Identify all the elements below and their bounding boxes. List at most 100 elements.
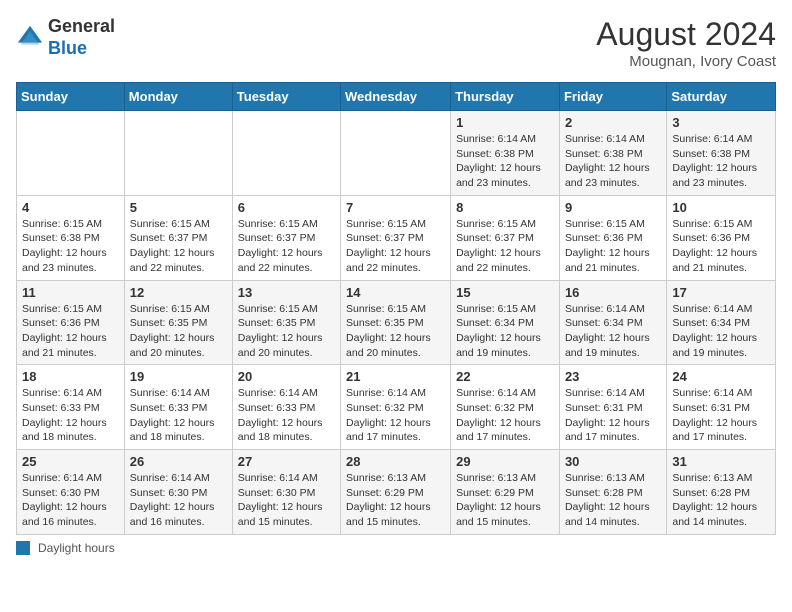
table-row: 24 Sunrise: 6:14 AMSunset: 6:31 PMDayligh… (667, 365, 776, 450)
table-row: 4Sunrise: 6:15 AMSunset: 6:38 PMDaylight… (17, 195, 125, 280)
calendar-week-4: 18Sunrise: 6:14 AMSunset: 6:33 PMDayligh… (17, 365, 776, 450)
day-number: 28 (346, 454, 445, 469)
day-info: Sunrise: 6:14 AMSunset: 6:34 PMDaylight:… (672, 302, 770, 361)
daylight-box (16, 541, 30, 555)
month-year: August 2024 (596, 16, 776, 53)
day-info: Sunrise: 6:14 AMSunset: 6:38 PMDaylight:… (456, 132, 554, 191)
day-info: Sunrise: 6:15 AMSunset: 6:34 PMDaylight:… (456, 302, 554, 361)
day-number: 16 (565, 285, 661, 300)
day-number: 29 (456, 454, 554, 469)
table-row: 31Sunrise: 6:13 AMSunset: 6:28 PMDayligh… (667, 450, 776, 535)
location: Mougnan, Ivory Coast (596, 53, 776, 70)
day-info: Sunrise: 6:15 AMSunset: 6:35 PMDaylight:… (238, 302, 335, 361)
table-row: 20Sunrise: 6:14 AMSunset: 6:33 PMDayligh… (232, 365, 340, 450)
table-row: 16 Sunrise: 6:14 AMSunset: 6:34 PMDayligh… (559, 280, 666, 365)
day-info: Sunrise: 6:13 AMSunset: 6:29 PMDaylight:… (456, 471, 554, 530)
day-info: Sunrise: 6:15 AMSunset: 6:37 PMDaylight:… (130, 217, 227, 276)
day-info: Sunrise: 6:15 AMSunset: 6:37 PMDaylight:… (456, 217, 554, 276)
day-info: Sunrise: 6:13 AMSunset: 6:28 PMDaylight:… (672, 471, 770, 530)
logo-text: General Blue (48, 16, 115, 59)
header-cell-monday: Monday (124, 83, 232, 111)
day-number: 8 (456, 200, 554, 215)
day-info: Sunrise: 6:14 AMSunset: 6:38 PMDaylight:… (672, 132, 770, 191)
day-info: Sunrise: 6:14 AMSunset: 6:30 PMDaylight:… (238, 471, 335, 530)
table-row: 26 Sunrise: 6:14 AMSunset: 6:30 PMDayligh… (124, 450, 232, 535)
table-row (341, 111, 451, 196)
day-number: 24 (672, 369, 770, 384)
header-cell-sunday: Sunday (17, 83, 125, 111)
day-info: Sunrise: 6:14 AMSunset: 6:30 PMDaylight:… (22, 471, 119, 530)
day-number: 21 (346, 369, 445, 384)
calendar-week-2: 4Sunrise: 6:15 AMSunset: 6:38 PMDaylight… (17, 195, 776, 280)
day-info: Sunrise: 6:14 AMSunset: 6:32 PMDaylight:… (346, 386, 445, 445)
table-row: 13 Sunrise: 6:15 AMSunset: 6:35 PMDayligh… (232, 280, 340, 365)
table-row: 17Sunrise: 6:14 AMSunset: 6:34 PMDayligh… (667, 280, 776, 365)
table-row: 12 Sunrise: 6:15 AMSunset: 6:35 PMDayligh… (124, 280, 232, 365)
table-row: 18Sunrise: 6:14 AMSunset: 6:33 PMDayligh… (17, 365, 125, 450)
day-info: Sunrise: 6:15 AMSunset: 6:35 PMDaylight:… (130, 302, 227, 361)
day-info: Sunrise: 6:14 AMSunset: 6:38 PMDaylight:… (565, 132, 661, 191)
table-row: 25 Sunrise: 6:14 AMSunset: 6:30 PMDayligh… (17, 450, 125, 535)
day-number: 2 (565, 115, 661, 130)
day-number: 27 (238, 454, 335, 469)
daylight-label: Daylight hours (38, 541, 115, 555)
table-row: 10 Sunrise: 6:15 AMSunset: 6:36 PMDayligh… (667, 195, 776, 280)
day-number: 10 (672, 200, 770, 215)
table-row: 28 Sunrise: 6:13 AMSunset: 6:29 PMDayligh… (341, 450, 451, 535)
calendar-table: SundayMondayTuesdayWednesdayThursdayFrid… (16, 82, 776, 535)
day-info: Sunrise: 6:14 AMSunset: 6:31 PMDaylight:… (672, 386, 770, 445)
header-cell-saturday: Saturday (667, 83, 776, 111)
logo: General Blue (16, 16, 115, 59)
table-row: 27 Sunrise: 6:14 AMSunset: 6:30 PMDayligh… (232, 450, 340, 535)
day-info: Sunrise: 6:15 AMSunset: 6:36 PMDaylight:… (672, 217, 770, 276)
day-number: 7 (346, 200, 445, 215)
day-number: 20 (238, 369, 335, 384)
day-info: Sunrise: 6:14 AMSunset: 6:34 PMDaylight:… (565, 302, 661, 361)
day-info: Sunrise: 6:14 AMSunset: 6:31 PMDaylight:… (565, 386, 661, 445)
table-row: 15 Sunrise: 6:15 AMSunset: 6:34 PMDayligh… (451, 280, 560, 365)
table-row: 29 Sunrise: 6:13 AMSunset: 6:29 PMDayligh… (451, 450, 560, 535)
title-section: August 2024 Mougnan, Ivory Coast (596, 16, 776, 70)
day-number: 13 (238, 285, 335, 300)
header-cell-wednesday: Wednesday (341, 83, 451, 111)
day-info: Sunrise: 6:14 AMSunset: 6:30 PMDaylight:… (130, 471, 227, 530)
table-row: 11 Sunrise: 6:15 AMSunset: 6:36 PMDayligh… (17, 280, 125, 365)
day-info: Sunrise: 6:14 AMSunset: 6:33 PMDaylight:… (22, 386, 119, 445)
day-number: 26 (130, 454, 227, 469)
table-row (124, 111, 232, 196)
day-info: Sunrise: 6:14 AMSunset: 6:32 PMDaylight:… (456, 386, 554, 445)
table-row: 30Sunrise: 6:13 AMSunset: 6:28 PMDayligh… (559, 450, 666, 535)
table-row: 5Sunrise: 6:15 AMSunset: 6:37 PMDaylight… (124, 195, 232, 280)
day-number: 23 (565, 369, 661, 384)
day-number: 4 (22, 200, 119, 215)
table-row: 22Sunrise: 6:14 AMSunset: 6:32 PMDayligh… (451, 365, 560, 450)
calendar-week-1: 1Sunrise: 6:14 AMSunset: 6:38 PMDaylight… (17, 111, 776, 196)
day-info: Sunrise: 6:15 AMSunset: 6:37 PMDaylight:… (346, 217, 445, 276)
calendar-header: SundayMondayTuesdayWednesdayThursdayFrid… (17, 83, 776, 111)
day-info: Sunrise: 6:14 AMSunset: 6:33 PMDaylight:… (130, 386, 227, 445)
calendar-week-5: 25 Sunrise: 6:14 AMSunset: 6:30 PMDayligh… (17, 450, 776, 535)
table-row: 8 Sunrise: 6:15 AMSunset: 6:37 PMDaylight… (451, 195, 560, 280)
table-row (17, 111, 125, 196)
day-number: 12 (130, 285, 227, 300)
day-number: 25 (22, 454, 119, 469)
day-info: Sunrise: 6:15 AMSunset: 6:36 PMDaylight:… (22, 302, 119, 361)
day-number: 11 (22, 285, 119, 300)
day-info: Sunrise: 6:13 AMSunset: 6:29 PMDaylight:… (346, 471, 445, 530)
table-row: 2 Sunrise: 6:14 AMSunset: 6:38 PMDaylight… (559, 111, 666, 196)
header-row: SundayMondayTuesdayWednesdayThursdayFrid… (17, 83, 776, 111)
day-number: 30 (565, 454, 661, 469)
day-info: Sunrise: 6:15 AMSunset: 6:36 PMDaylight:… (565, 217, 661, 276)
header-cell-friday: Friday (559, 83, 666, 111)
day-number: 6 (238, 200, 335, 215)
table-row: 6Sunrise: 6:15 AMSunset: 6:37 PMDaylight… (232, 195, 340, 280)
table-row: 23 Sunrise: 6:14 AMSunset: 6:31 PMDayligh… (559, 365, 666, 450)
header-cell-tuesday: Tuesday (232, 83, 340, 111)
day-number: 9 (565, 200, 661, 215)
table-row: 9 Sunrise: 6:15 AMSunset: 6:36 PMDaylight… (559, 195, 666, 280)
day-number: 15 (456, 285, 554, 300)
footer: Daylight hours (16, 541, 776, 555)
table-row (232, 111, 340, 196)
day-number: 3 (672, 115, 770, 130)
day-number: 14 (346, 285, 445, 300)
